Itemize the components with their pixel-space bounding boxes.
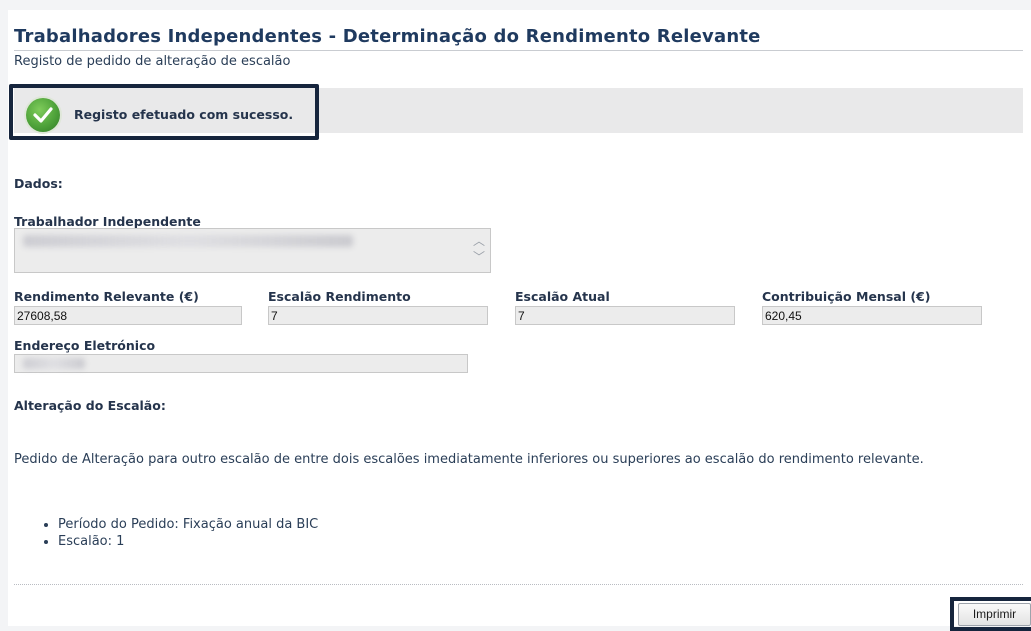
- textarea-scrollbar[interactable]: ︿ ﹀: [471, 233, 487, 269]
- chevron-down-icon[interactable]: ﹀: [471, 249, 487, 265]
- trabalhador-label: Trabalhador Independente: [14, 214, 201, 229]
- list-item: Escalão: 1: [58, 533, 318, 550]
- alteracao-heading: Alteração do Escalão:: [14, 398, 166, 413]
- list-item: Período do Pedido: Fixação anual da BIC: [58, 516, 318, 533]
- email-label: Endereço Eletrónico: [14, 338, 156, 353]
- page-subtitle: Registo de pedido de alteração de escalã…: [14, 54, 291, 69]
- contribuicao-field[interactable]: 620,45: [762, 306, 982, 325]
- email-field[interactable]: [14, 354, 468, 373]
- alteracao-description: Pedido de Alteração para outro escalão d…: [14, 452, 924, 467]
- success-highlight-frame: [9, 84, 319, 140]
- dados-heading: Dados:: [14, 176, 63, 191]
- contribuicao-label: Contribuição Mensal (€): [762, 289, 931, 304]
- redacted-name: [23, 235, 353, 247]
- chevron-up-icon[interactable]: ︿: [471, 233, 487, 249]
- trabalhador-field[interactable]: ︿ ﹀: [14, 228, 491, 273]
- escalao-rendimento-field[interactable]: 7: [268, 306, 488, 325]
- escalao-atual-field[interactable]: 7: [515, 306, 735, 325]
- footer-divider: [14, 584, 1023, 585]
- title-divider: [14, 50, 1023, 51]
- redacted-email: [23, 358, 85, 369]
- escalao-atual-label: Escalão Atual: [515, 289, 610, 304]
- rendimento-label: Rendimento Relevante (€): [14, 289, 199, 304]
- alteracao-list: Período do Pedido: Fixação anual da BIC …: [40, 516, 318, 550]
- rendimento-field[interactable]: 27608,58: [14, 306, 242, 325]
- page-title: Trabalhadores Independentes - Determinaç…: [14, 26, 761, 47]
- escalao-rendimento-label: Escalão Rendimento: [268, 289, 411, 304]
